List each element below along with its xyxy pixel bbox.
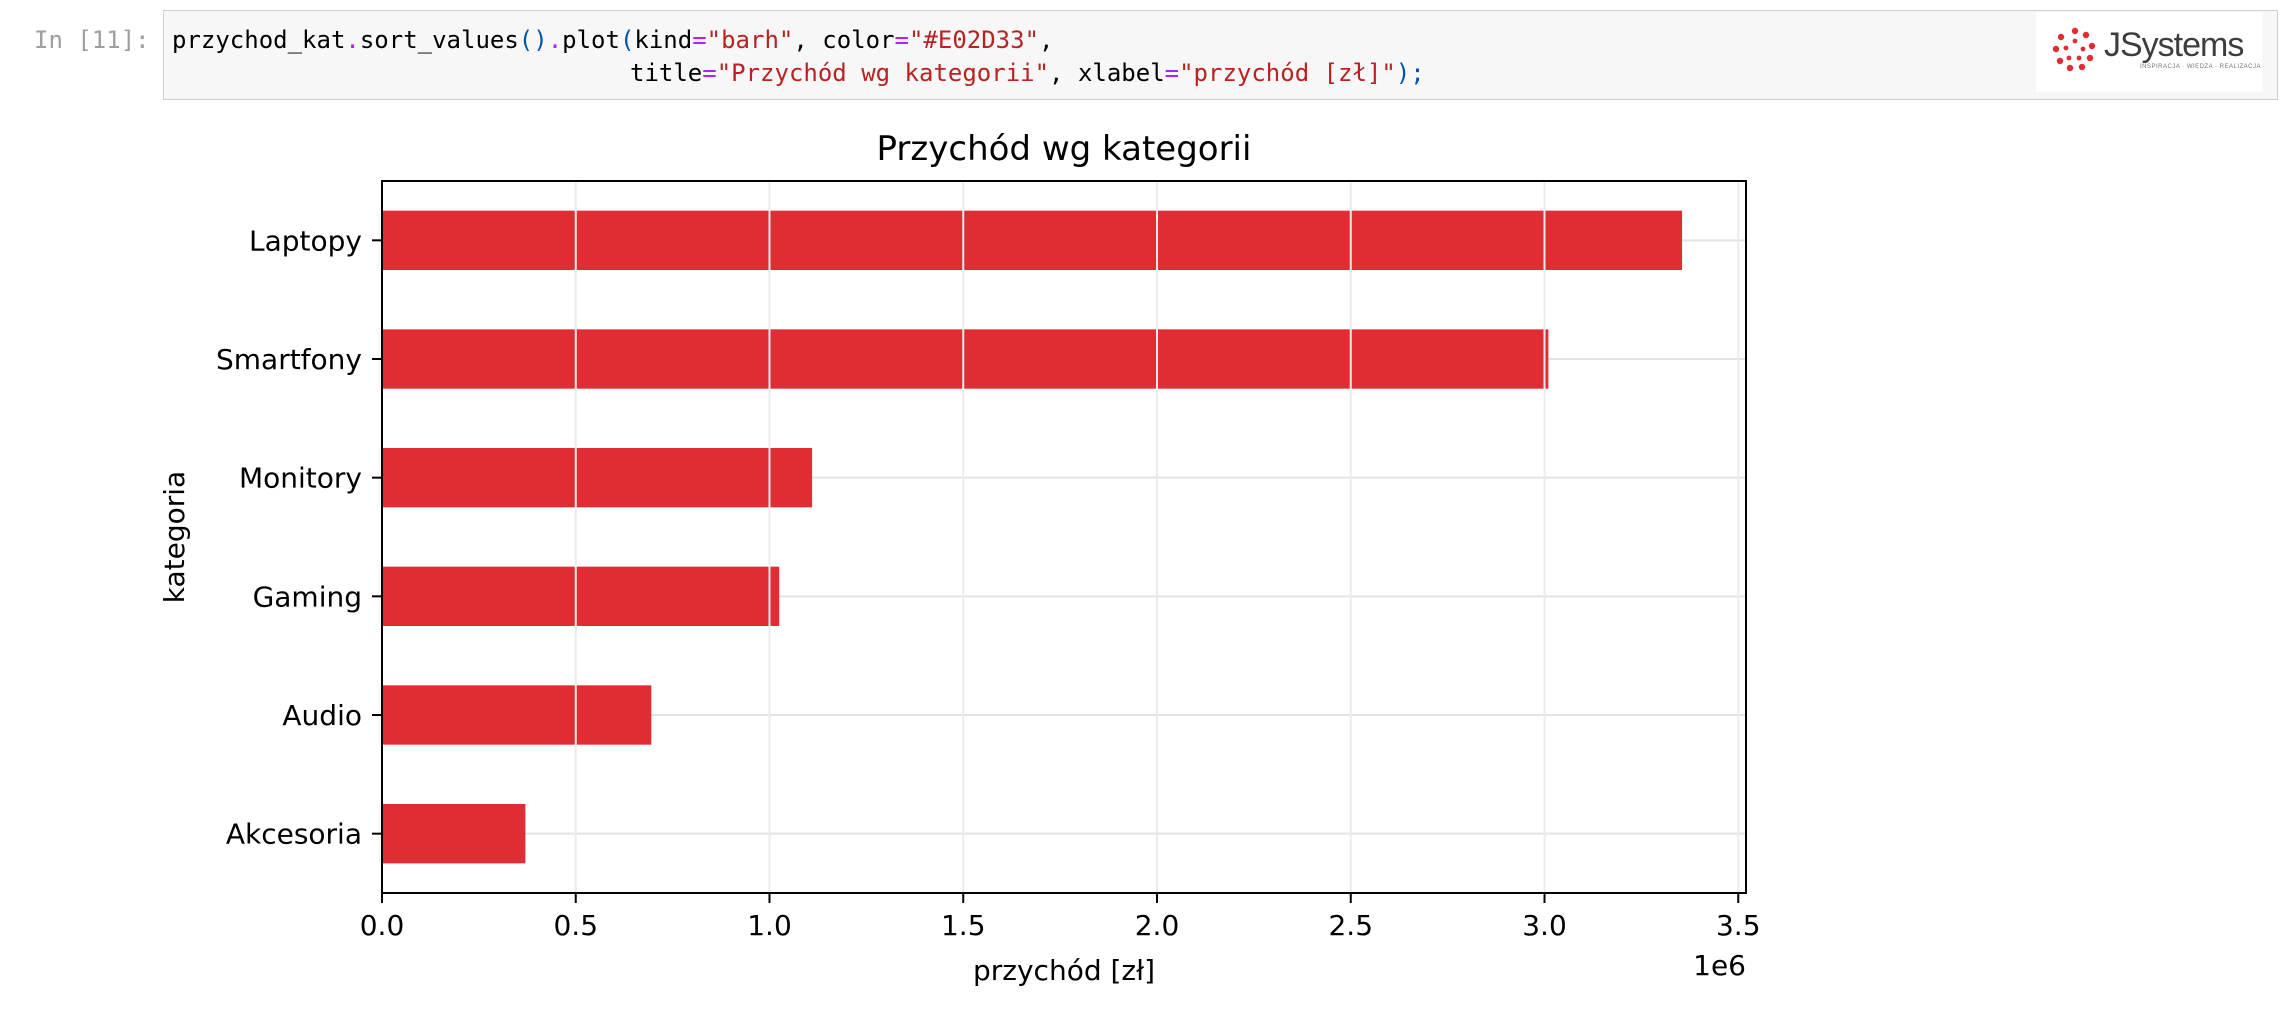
y-tick-label: Smartfony — [216, 343, 362, 376]
y-tick-label: Monitory — [239, 462, 362, 495]
y-tick-label: Akcesoria — [226, 818, 362, 851]
x-offset-label: 1e6 — [1693, 949, 1746, 982]
y-tick-label: Laptopy — [249, 224, 362, 257]
x-tick-label: 0.5 — [553, 909, 598, 942]
y-axis-label: kategoria — [158, 471, 191, 603]
bar — [382, 210, 1683, 270]
x-tick-label: 3.0 — [1522, 909, 1567, 942]
y-tick-label: Gaming — [253, 580, 362, 613]
chart-title: Przychód wg kategorii — [877, 129, 1252, 169]
bar — [382, 685, 652, 745]
bar — [382, 566, 780, 626]
bar — [382, 329, 1549, 389]
x-tick-label: 0.0 — [360, 909, 405, 942]
x-tick-label: 1.5 — [941, 909, 986, 942]
y-tick-label: Audio — [282, 699, 362, 732]
x-tick-label: 1.0 — [747, 909, 792, 942]
x-tick-label: 2.0 — [1135, 909, 1180, 942]
plot-frame — [381, 180, 1747, 894]
bar — [382, 804, 526, 864]
bar — [382, 448, 813, 508]
x-tick-label: 3.5 — [1716, 909, 1761, 942]
x-tick-label: 2.5 — [1328, 909, 1373, 942]
bar-chart: 0.0 0.5 1.0 1.5 2.0 2.5 3.0 3.5 Akcesoria Audio Ga… — [158, 129, 1761, 987]
x-axis-label: przychód [zł] — [973, 954, 1155, 987]
